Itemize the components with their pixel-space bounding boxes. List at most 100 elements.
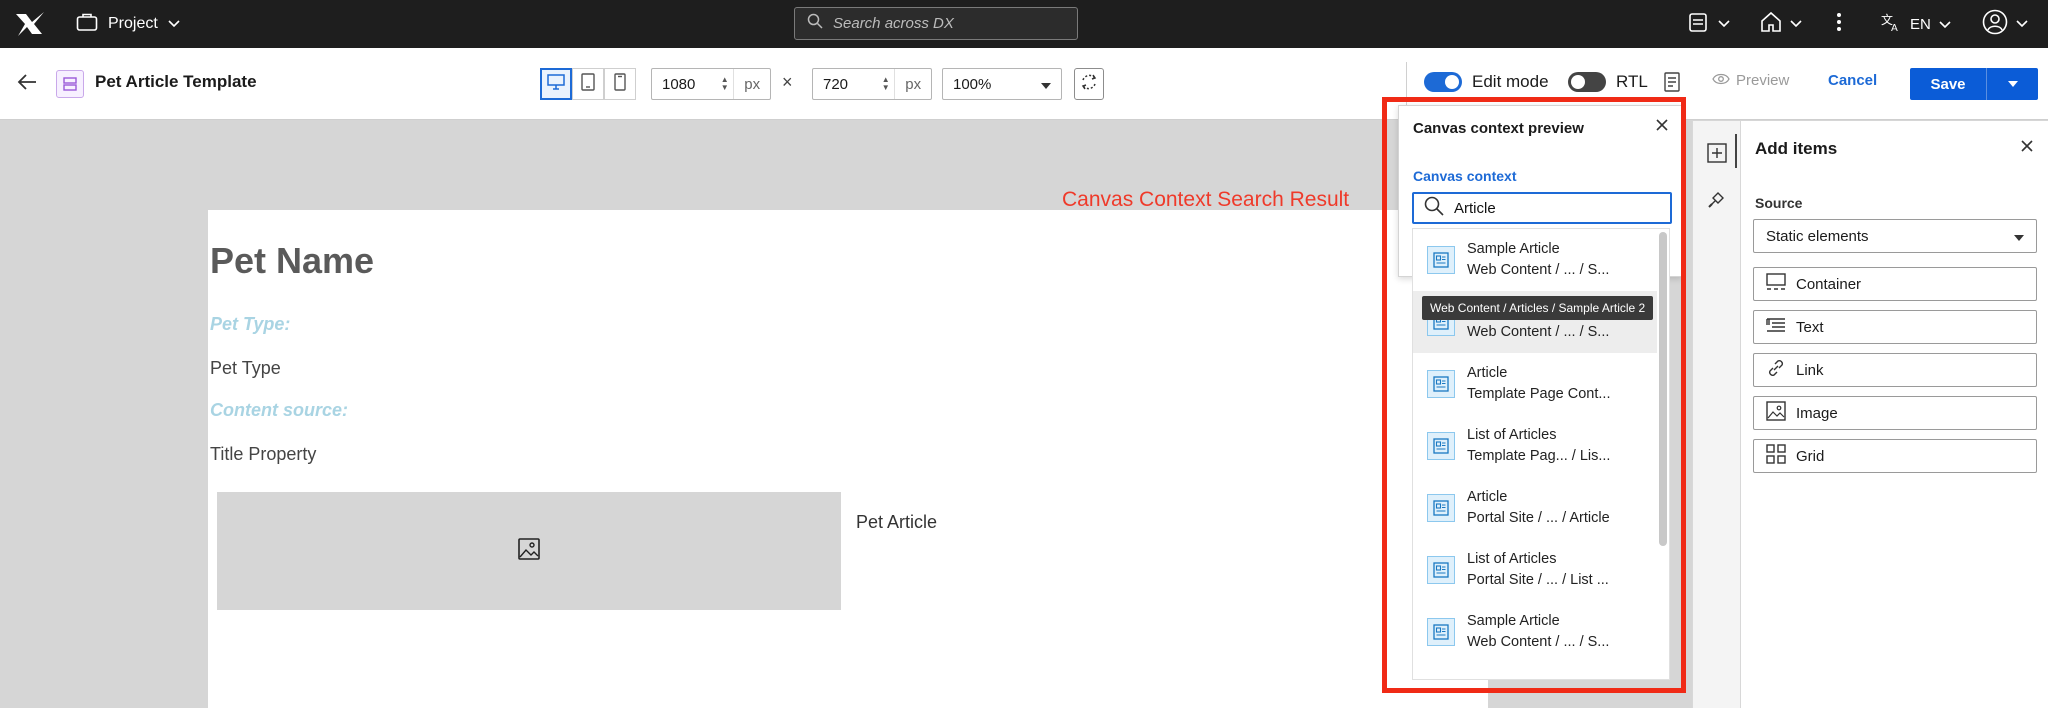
svg-text:A: A	[1891, 23, 1898, 33]
close-icon[interactable]	[2020, 139, 2034, 158]
chevron-down-icon	[2016, 15, 2028, 33]
result-path: Portal Site / ... / Article	[1467, 510, 1610, 526]
canvas-width-input[interactable]: 1080 ▲ ▼ px	[651, 68, 771, 100]
edit-mode-toggle[interactable]: Edit mode	[1424, 72, 1549, 92]
result-title: List of Articles	[1467, 427, 1557, 443]
style-brush-icon[interactable]	[1707, 189, 1729, 211]
result-title: Article	[1467, 489, 1508, 505]
zoom-value: 100%	[953, 75, 992, 93]
desktop-view-button[interactable]	[540, 68, 572, 100]
content-source-label[interactable]: Content source:	[210, 400, 348, 421]
times-separator: ×	[782, 72, 793, 92]
list-item[interactable]: List of Articles Template Pag... / Lis...	[1413, 415, 1657, 477]
add-container-item[interactable]: Container	[1753, 267, 2037, 301]
image-icon	[1766, 401, 1786, 425]
list-item[interactable]: Sample Article Web Content / ... / S...	[1413, 601, 1657, 663]
tablet-view-button[interactable]	[572, 68, 604, 100]
item-label: Container	[1796, 275, 1862, 293]
canvas-context-search[interactable]	[1412, 192, 1672, 224]
article-icon	[1427, 494, 1455, 522]
pet-article-text[interactable]: Pet Article	[856, 512, 937, 533]
kebab-menu-icon	[1836, 12, 1842, 37]
result-path: Web Content / ... / S...	[1467, 634, 1610, 650]
article-icon	[1427, 556, 1455, 584]
canvas-context-label: Canvas context	[1413, 168, 1517, 184]
dx-logo-icon[interactable]	[14, 10, 46, 38]
user-menu-button[interactable]	[1982, 9, 2028, 40]
storage-menu-button[interactable]	[1688, 10, 1730, 38]
stepper-icon[interactable]: ▲ ▼	[877, 76, 894, 92]
top-navigation-bar: Project 文A EN	[0, 0, 2048, 48]
height-unit: px	[894, 69, 931, 99]
page-title: Pet Article Template	[95, 72, 257, 91]
user-avatar-icon	[1982, 9, 2008, 40]
width-unit: px	[733, 69, 770, 99]
tablet-icon	[581, 72, 595, 96]
language-label: EN	[1910, 15, 1931, 33]
device-switcher	[540, 68, 636, 100]
pet-type-value[interactable]: Pet Type	[210, 358, 281, 379]
grid-icon	[1766, 444, 1786, 468]
canvas-height-value: 720	[823, 75, 849, 93]
caret-down-icon	[1041, 76, 1051, 93]
image-placeholder[interactable]	[217, 492, 841, 610]
project-menu-button[interactable]: Project	[76, 12, 180, 36]
document-icon[interactable]	[1664, 72, 1680, 97]
add-text-item[interactable]: Text	[1753, 310, 2037, 344]
article-icon	[1427, 432, 1455, 460]
result-path: Template Pag... / Lis...	[1467, 448, 1611, 464]
link-icon	[1766, 358, 1786, 382]
canvas-width-value: 1080	[662, 75, 696, 93]
item-label: Grid	[1796, 447, 1825, 465]
back-arrow-icon[interactable]	[16, 72, 38, 97]
result-title: Sample Article	[1467, 613, 1560, 629]
source-select[interactable]: Static elements	[1753, 219, 2037, 253]
edit-mode-switch[interactable]	[1424, 72, 1462, 92]
save-options-button[interactable]	[1986, 68, 2038, 100]
eye-icon	[1712, 72, 1730, 89]
add-grid-item[interactable]: Grid	[1753, 439, 2037, 473]
global-search[interactable]	[794, 7, 1078, 40]
pet-type-label[interactable]: Pet Type:	[210, 314, 290, 335]
preview-button[interactable]: Preview	[1712, 72, 1789, 89]
result-title: List of Articles	[1467, 551, 1557, 567]
add-link-item[interactable]: Link	[1753, 353, 2037, 387]
path-tooltip: Web Content / Articles / Sample Article …	[1422, 296, 1654, 320]
rtl-toggle[interactable]: RTL	[1568, 72, 1648, 92]
rotate-canvas-button[interactable]	[1074, 68, 1104, 100]
home-menu-button[interactable]	[1760, 10, 1802, 38]
source-label: Source	[1755, 195, 1803, 211]
stepper-icon[interactable]: ▲ ▼	[716, 76, 733, 92]
briefcase-icon	[76, 12, 98, 37]
zoom-select[interactable]: 100%	[942, 68, 1062, 100]
pet-name-heading[interactable]: Pet Name	[210, 240, 374, 282]
global-search-input[interactable]	[833, 15, 1063, 32]
mobile-view-button[interactable]	[604, 68, 636, 100]
close-icon[interactable]	[1655, 118, 1669, 137]
save-button[interactable]: Save	[1910, 68, 1986, 100]
list-item[interactable]: List of Articles Portal Site / ... / List…	[1413, 539, 1657, 601]
mobile-icon	[614, 72, 626, 96]
container-icon	[1766, 273, 1786, 295]
cancel-button[interactable]: Cancel	[1828, 72, 1877, 89]
language-menu-button[interactable]: 文A EN	[1880, 10, 1951, 38]
title-property[interactable]: Title Property	[210, 444, 316, 465]
list-item[interactable]: Sample Article Web Content / ... / S...	[1413, 229, 1657, 291]
chevron-down-icon	[168, 15, 180, 33]
add-items-icon[interactable]	[1707, 143, 1729, 165]
rtl-switch[interactable]	[1568, 72, 1606, 92]
annotation-label: Canvas Context Search Result	[1062, 188, 1350, 211]
add-image-item[interactable]: Image	[1753, 396, 2037, 430]
list-item[interactable]: Article Template Page Cont...	[1413, 353, 1657, 415]
more-options-button[interactable]	[1836, 10, 1842, 38]
editor-toolbar: Pet Article Template 1080 ▲ ▼ px × 720 ▲ ▼…	[0, 48, 2048, 120]
list-item[interactable]: Article Portal Site / ... / Article	[1413, 477, 1657, 539]
canvas-height-input[interactable]: 720 ▲ ▼ px	[812, 68, 932, 100]
desktop-icon	[547, 73, 565, 95]
project-label: Project	[108, 15, 158, 32]
result-path: Portal Site / ... / List ...	[1467, 572, 1609, 588]
results-scrollbar[interactable]	[1659, 232, 1667, 546]
search-icon	[1424, 196, 1444, 221]
canvas-context-search-input[interactable]	[1454, 199, 1654, 217]
canvas-page: Pet Name Pet Type: Pet Type Content sour…	[208, 210, 1488, 708]
